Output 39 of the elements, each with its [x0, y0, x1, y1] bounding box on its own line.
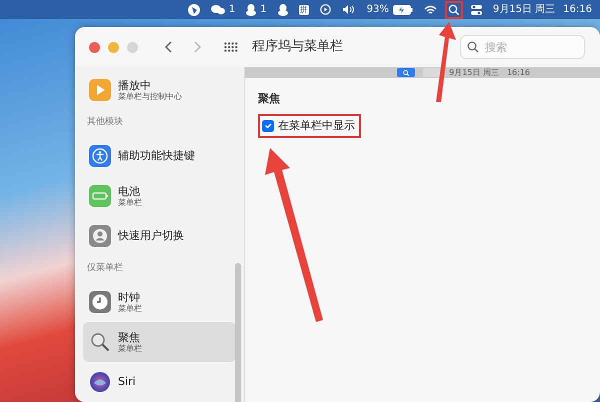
- battery-icon: [89, 185, 111, 207]
- checkbox-label[interactable]: 在菜单栏中显示: [278, 118, 355, 134]
- menu-bar-date[interactable]: 9月15日 周三: [492, 4, 556, 14]
- battery-percentage: 93%: [366, 4, 389, 14]
- back-icon[interactable]: [164, 40, 174, 54]
- input-method-indicator[interactable]: 拼: [298, 4, 309, 14]
- sidebar-item[interactable]: 播放中 菜单栏与控制中心: [83, 70, 236, 110]
- grid-icon[interactable]: [224, 42, 238, 52]
- badge-count: 1: [228, 4, 236, 14]
- preview-time: 16:16: [506, 66, 530, 78]
- penguin-icon[interactable]: [278, 4, 288, 16]
- section-header: 仅菜单栏: [86, 262, 124, 276]
- battery-icon[interactable]: [392, 4, 413, 14]
- play-icon[interactable]: [320, 4, 331, 15]
- window-title: 程序坞与菜单栏: [252, 38, 343, 56]
- badge-count: 1: [260, 4, 267, 14]
- sidebar-item[interactable]: 电池 菜单栏: [83, 176, 236, 216]
- accessibility-icon: [89, 145, 111, 167]
- play-icon: [89, 79, 111, 101]
- speaker-icon[interactable]: [342, 4, 356, 15]
- preview-date: 9月15日 周三: [449, 66, 499, 78]
- magnifier-icon: [89, 331, 111, 353]
- sidebar-item[interactable]: 时钟 菜单栏: [83, 282, 236, 322]
- sidebar-item[interactable]: 快速用户切换: [83, 216, 236, 256]
- section-title: 聚焦: [258, 91, 281, 107]
- chat-icon[interactable]: [210, 4, 225, 15]
- clock-icon: [89, 291, 111, 313]
- sidebar-item[interactable]: 聚焦 菜单栏: [83, 322, 236, 362]
- checkbox[interactable]: [262, 120, 274, 132]
- menu-bar-time[interactable]: 16:16: [563, 4, 592, 14]
- sphere-icon: [89, 371, 111, 393]
- sidebar-item[interactable]: 辅助功能快捷键: [83, 136, 236, 176]
- penguin-icon[interactable]: [246, 4, 256, 16]
- search-field[interactable]: 搜索: [460, 35, 585, 59]
- wifi-icon[interactable]: [424, 4, 437, 14]
- sidebar-item[interactable]: Siri: [83, 362, 236, 402]
- user-icon: [89, 225, 111, 247]
- section-header: 其他模块: [86, 116, 124, 130]
- close-button[interactable]: [89, 42, 100, 52]
